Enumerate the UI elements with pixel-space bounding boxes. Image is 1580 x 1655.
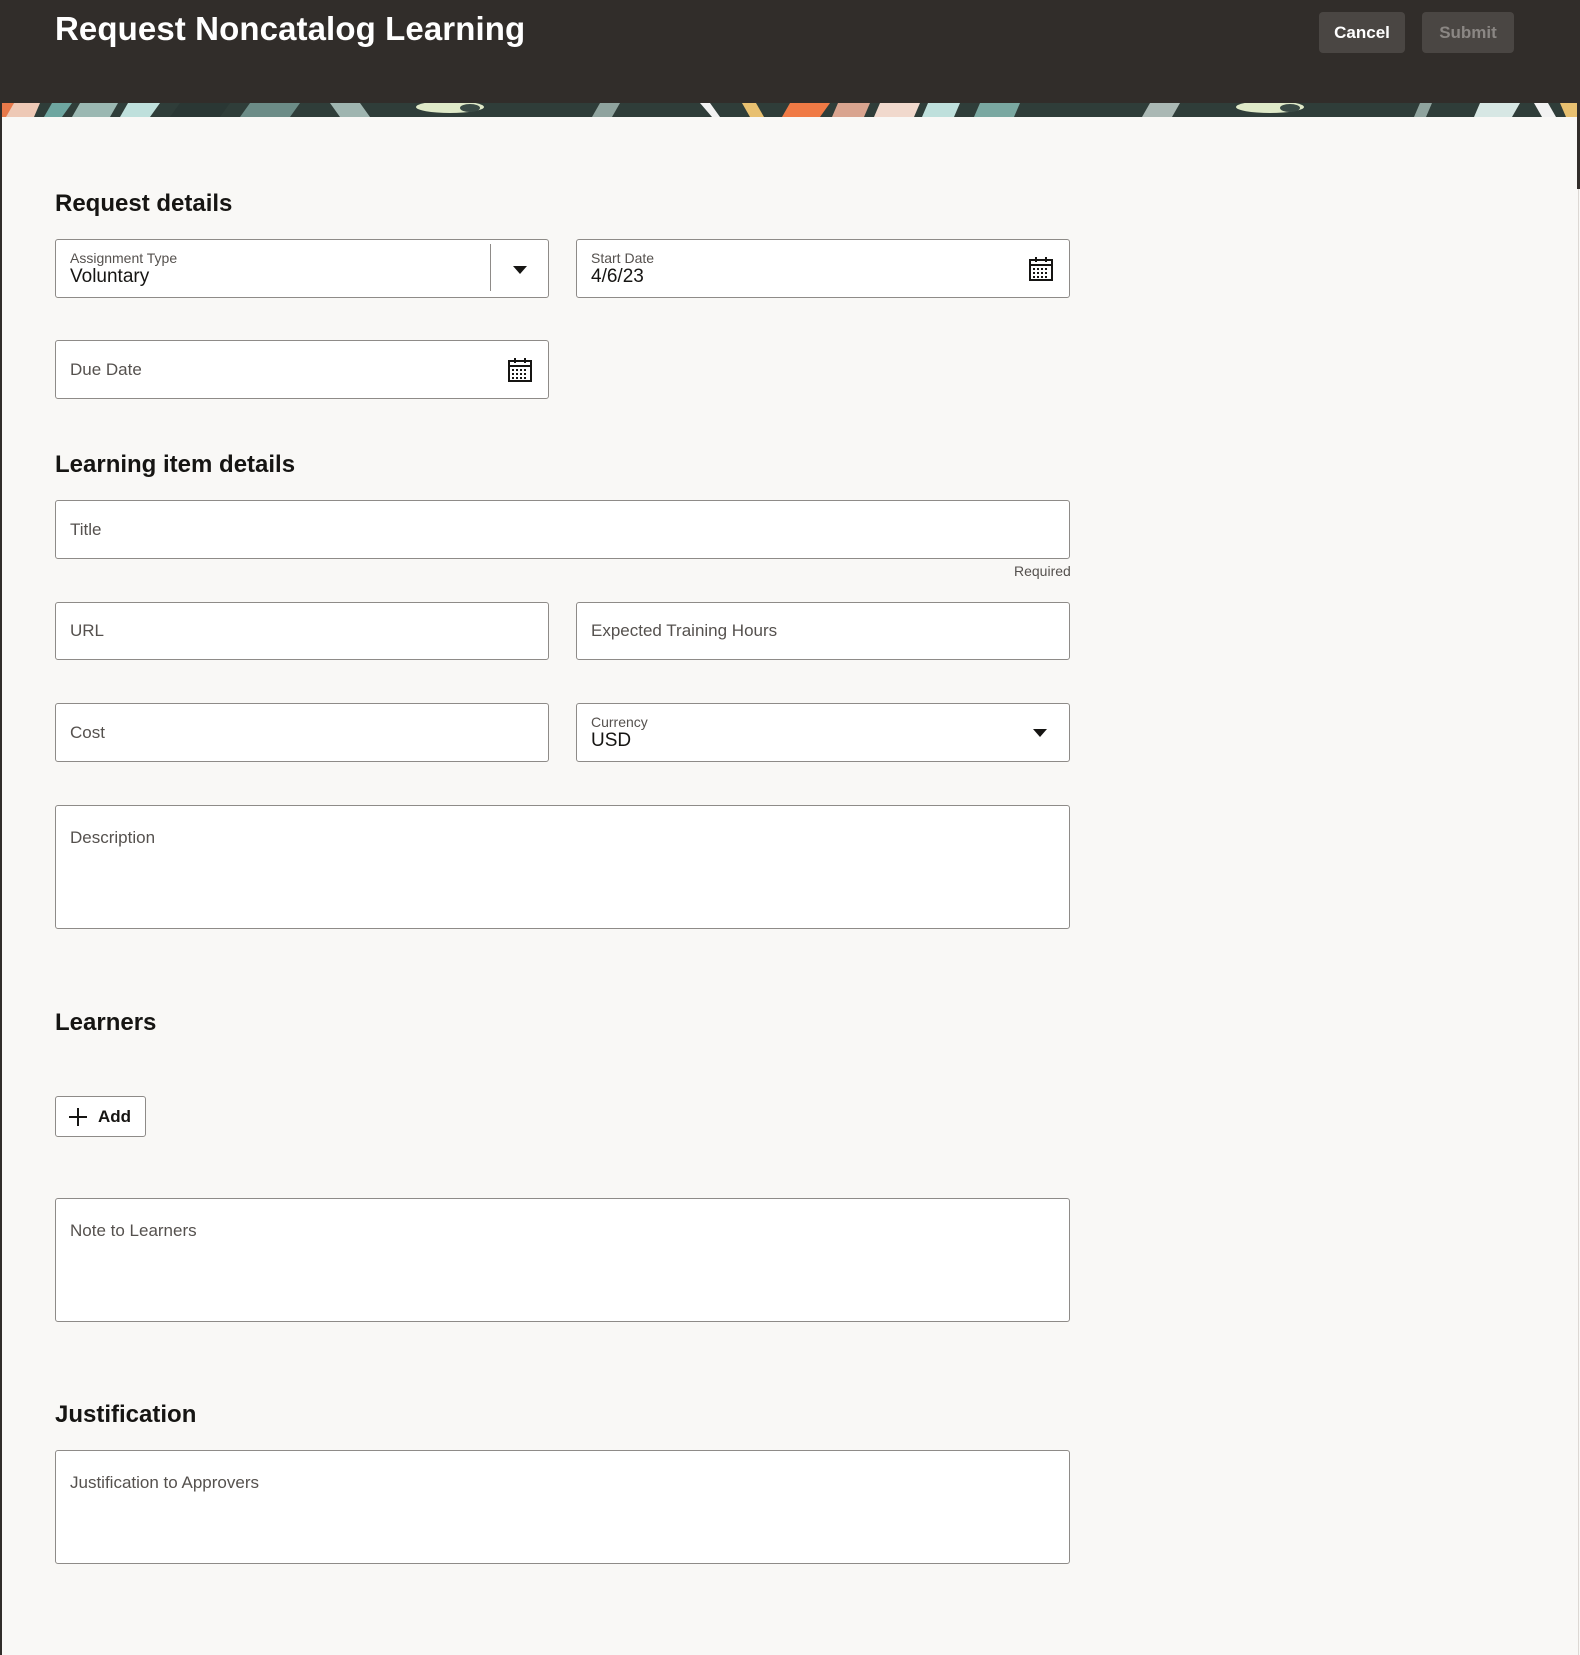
description-label: Description [70,828,156,847]
expected-training-hours-input[interactable]: Expected Training Hours [576,602,1070,660]
cost-label: Cost [70,722,105,742]
section-title-request-details: Request details [55,190,233,217]
page: Request Noncatalog Learning Cancel Submi… [0,0,1580,1655]
panel-border-left [0,103,2,189]
submit-button[interactable]: Submit [1422,12,1514,53]
calendar-icon[interactable] [507,357,533,383]
description-textarea[interactable]: Description [55,805,1070,929]
url-label: URL [70,621,105,640]
currency-label: Currency [591,714,648,730]
calendar-icon[interactable] [1028,256,1054,282]
expected-training-hours-label: Expected Training Hours [591,621,778,640]
cancel-button[interactable]: Cancel [1319,12,1405,53]
justification-label: Justification to Approvers [70,1473,259,1492]
chevron-down-icon[interactable] [513,266,527,274]
chevron-down-icon[interactable] [1033,729,1047,737]
due-date-field[interactable]: Due Date [55,340,549,399]
url-input[interactable]: URL [55,602,549,660]
decorative-banner [0,103,1580,117]
section-title-learners: Learners [55,1009,157,1036]
plus-icon [69,1108,87,1126]
add-button-label: Add [98,1107,132,1126]
page-header: Request Noncatalog Learning Cancel Submi… [0,0,1580,103]
note-to-learners-label: Note to Learners [70,1221,197,1240]
justification-textarea[interactable]: Justification to Approvers [55,1450,1070,1564]
title-label: Title [70,519,102,539]
section-title-justification: Justification [55,1401,197,1428]
title-input[interactable]: Title [55,500,1070,559]
assignment-type-select[interactable]: Assignment Type Voluntary [55,239,549,298]
cost-input[interactable]: Cost [55,703,549,762]
start-date-field[interactable]: Start Date 4/6/23 [576,239,1070,298]
due-date-label: Due Date [70,359,142,379]
required-hint: Required [1014,563,1071,579]
add-learner-button[interactable]: Add [55,1096,146,1137]
currency-value: USD [591,730,632,751]
note-to-learners-textarea[interactable]: Note to Learners [55,1198,1070,1322]
section-title-learning-item: Learning item details [55,451,296,478]
start-date-value: 4/6/23 [591,266,644,287]
dropdown-separator [490,244,491,291]
currency-select[interactable]: Currency USD [576,703,1070,762]
start-date-label: Start Date [591,250,655,266]
assignment-type-label: Assignment Type [70,250,178,266]
panel-divider [1578,189,1579,1655]
page-title: Request Noncatalog Learning [55,10,526,47]
assignment-type-value: Voluntary [70,266,150,287]
